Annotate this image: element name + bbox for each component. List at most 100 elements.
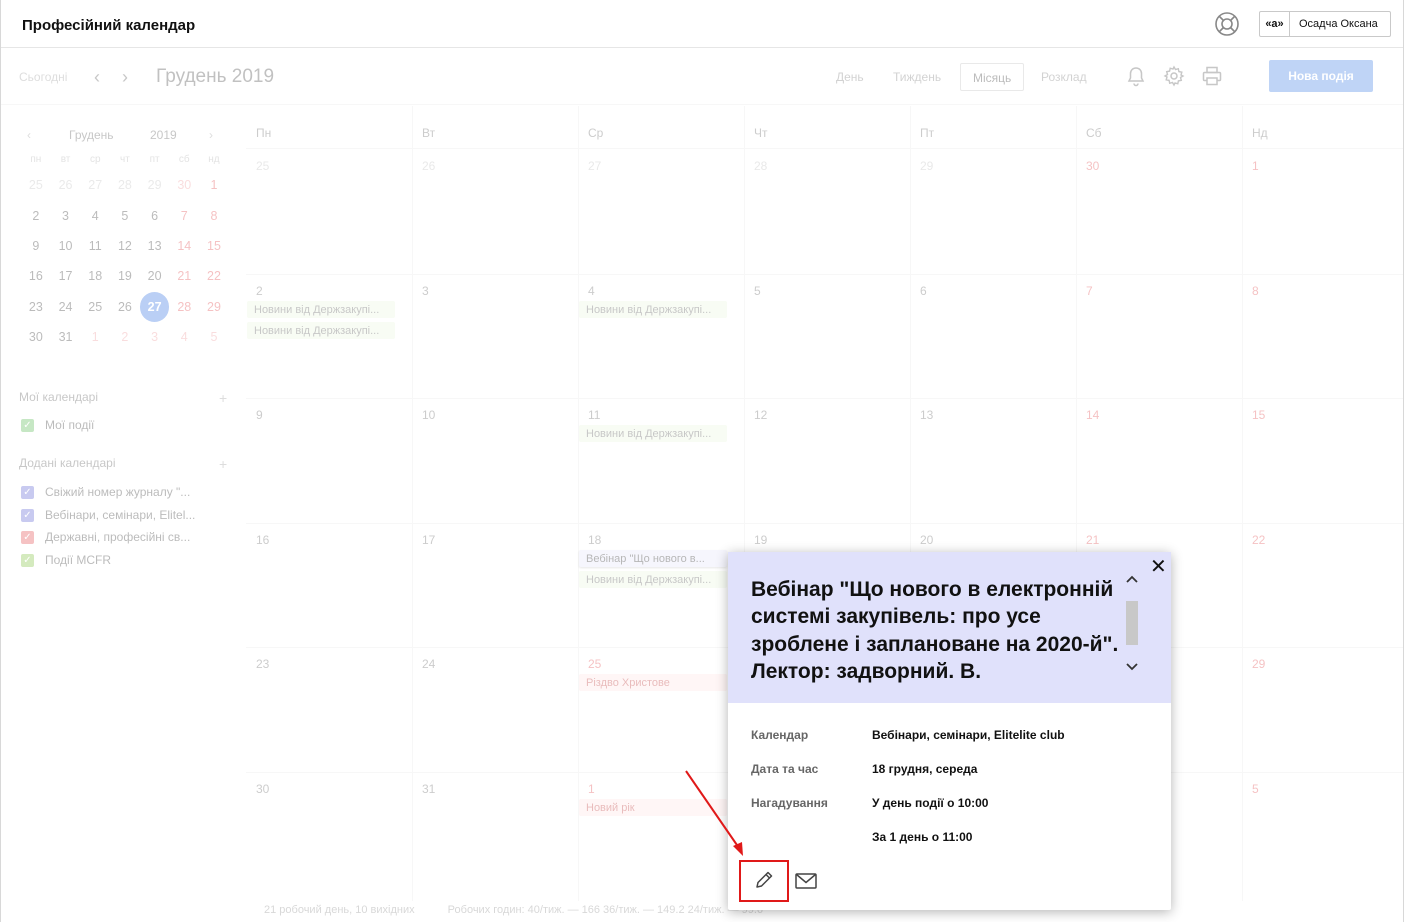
mini-day-cell[interactable]: 4	[169, 322, 199, 352]
event-chip[interactable]: Новини від Держзакупі...	[579, 570, 727, 588]
day-number[interactable]: 18	[588, 533, 601, 547]
tab-schedule[interactable]: Розклад	[1041, 70, 1087, 84]
event-chip[interactable]: Новини від Держзакупі...	[579, 425, 727, 443]
pencil-edit-icon[interactable]	[752, 868, 776, 892]
day-number[interactable]: 24	[422, 657, 435, 671]
mini-day-cell[interactable]: 25	[80, 292, 110, 322]
event-chip[interactable]: Новий рік	[579, 799, 727, 816]
mini-day-cell[interactable]: 1	[80, 322, 110, 352]
event-chip[interactable]: Новини від Держзакупі...	[247, 300, 395, 318]
mini-day-cell[interactable]: 9	[21, 231, 51, 261]
checkbox-checked-icon[interactable]: ✓	[21, 553, 34, 567]
mini-day-cell[interactable]: 20	[140, 261, 170, 291]
checkbox-checked-icon[interactable]: ✓	[21, 508, 34, 522]
calendar-item-journal[interactable]: ✓ Свіжий номер журналу "...	[21, 485, 226, 499]
mini-day-cell[interactable]: 5	[199, 322, 229, 352]
mini-day-cell[interactable]: 8	[199, 200, 229, 230]
mini-day-cell[interactable]: 28	[110, 170, 140, 200]
print-icon[interactable]	[1201, 65, 1223, 87]
day-number[interactable]: 4	[588, 284, 595, 298]
mail-icon[interactable]	[794, 871, 818, 891]
mini-day-cell[interactable]: 10	[51, 231, 81, 261]
mini-day-cell[interactable]: 3	[140, 322, 170, 352]
day-number[interactable]: 31	[422, 782, 435, 796]
day-number[interactable]: 23	[256, 657, 269, 671]
day-number[interactable]: 6	[920, 284, 927, 298]
mini-day-cell[interactable]: 4	[80, 200, 110, 230]
mini-day-cell[interactable]: 25	[21, 170, 51, 200]
mini-day-cell[interactable]: 28	[169, 292, 199, 322]
day-number[interactable]: 10	[422, 408, 435, 422]
tab-day[interactable]: День	[836, 70, 864, 84]
mini-day-cell[interactable]: 2	[21, 200, 51, 230]
mini-day-cell[interactable]: 16	[21, 261, 51, 291]
mini-day-cell[interactable]: 6	[140, 200, 170, 230]
mini-day-cell[interactable]: 29	[140, 170, 170, 200]
mini-day-cell[interactable]: 11	[80, 231, 110, 261]
event-chip[interactable]: Вебінар "Що нового в...	[579, 549, 727, 567]
scroll-up-chevron-icon[interactable]	[1124, 572, 1140, 588]
help-lifebuoy-icon[interactable]	[1214, 11, 1240, 37]
mini-day-cell[interactable]: 27	[80, 170, 110, 200]
add-calendar-plus-icon[interactable]: +	[219, 456, 227, 472]
mini-day-cell[interactable]: 26	[51, 170, 81, 200]
scroll-down-chevron-icon[interactable]	[1124, 658, 1140, 674]
scrollbar-thumb[interactable]	[1126, 601, 1138, 645]
mini-day-cell[interactable]: 5	[110, 200, 140, 230]
checkbox-checked-icon[interactable]: ✓	[21, 485, 34, 499]
day-number[interactable]: 17	[422, 533, 435, 547]
day-number[interactable]: 25	[256, 159, 269, 173]
mini-next-chevron-icon[interactable]: ›	[209, 128, 213, 142]
day-number[interactable]: 13	[920, 408, 933, 422]
mini-day-cell[interactable]: 13	[140, 231, 170, 261]
gear-icon[interactable]	[1163, 65, 1185, 87]
mini-day-cell[interactable]: 22	[199, 261, 229, 291]
day-number[interactable]: 12	[754, 408, 767, 422]
day-number[interactable]: 29	[1252, 657, 1265, 671]
today-button[interactable]: Сьогодні	[19, 70, 67, 84]
calendar-item-holidays[interactable]: ✓ Державні, професійні св...	[21, 530, 226, 544]
day-number[interactable]: 29	[920, 159, 933, 173]
tab-month[interactable]: Місяць	[960, 63, 1025, 91]
mini-day-cell[interactable]: 15	[199, 231, 229, 261]
mini-day-cell[interactable]: 18	[80, 261, 110, 291]
day-number[interactable]: 1	[1252, 159, 1259, 173]
day-number[interactable]: 27	[588, 159, 601, 173]
new-event-button[interactable]: Нова подія	[1269, 60, 1373, 92]
calendar-item-webinars[interactable]: ✓ Вебінари, семінари, Elitel...	[21, 508, 226, 522]
mini-day-cell[interactable]: 23	[21, 292, 51, 322]
day-number[interactable]: 19	[754, 533, 767, 547]
mini-day-cell[interactable]: 17	[51, 261, 81, 291]
mini-day-cell[interactable]: 3	[51, 200, 81, 230]
event-chip[interactable]: Новини від Держзакупі...	[247, 321, 395, 339]
mini-day-cell[interactable]: 27	[139, 291, 170, 322]
day-number[interactable]: 21	[1086, 533, 1099, 547]
event-chip[interactable]: Різдво Христове	[579, 674, 727, 692]
day-number[interactable]: 16	[256, 533, 269, 547]
day-number[interactable]: 7	[1086, 284, 1093, 298]
mini-day-cell[interactable]: 24	[51, 292, 81, 322]
day-number[interactable]: 8	[1252, 284, 1259, 298]
mini-day-cell[interactable]: 7	[169, 200, 199, 230]
add-my-calendar-plus-icon[interactable]: +	[219, 390, 227, 406]
day-number[interactable]: 20	[920, 533, 933, 547]
checkbox-checked-icon[interactable]: ✓	[21, 530, 34, 544]
day-number[interactable]: 5	[1252, 782, 1259, 796]
day-number[interactable]: 28	[754, 159, 767, 173]
bell-icon[interactable]	[1125, 65, 1147, 87]
day-number[interactable]: 1	[588, 782, 595, 796]
mini-day-cell[interactable]: 30	[21, 322, 51, 352]
day-number[interactable]: 15	[1252, 408, 1265, 422]
day-number[interactable]: 30	[256, 782, 269, 796]
day-number[interactable]: 2	[256, 284, 263, 298]
close-icon[interactable]: ✕	[1150, 554, 1167, 579]
day-number[interactable]: 25	[588, 657, 601, 671]
event-chip[interactable]: Новини від Держзакупі...	[579, 300, 727, 318]
mini-day-cell[interactable]: 19	[110, 261, 140, 291]
day-number[interactable]: 14	[1086, 408, 1099, 422]
mini-day-cell[interactable]: 21	[169, 261, 199, 291]
day-number[interactable]: 11	[588, 408, 600, 422]
day-number[interactable]: 5	[754, 284, 761, 298]
mini-day-cell[interactable]: 1	[199, 170, 229, 200]
tab-week[interactable]: Тиждень	[893, 70, 941, 84]
